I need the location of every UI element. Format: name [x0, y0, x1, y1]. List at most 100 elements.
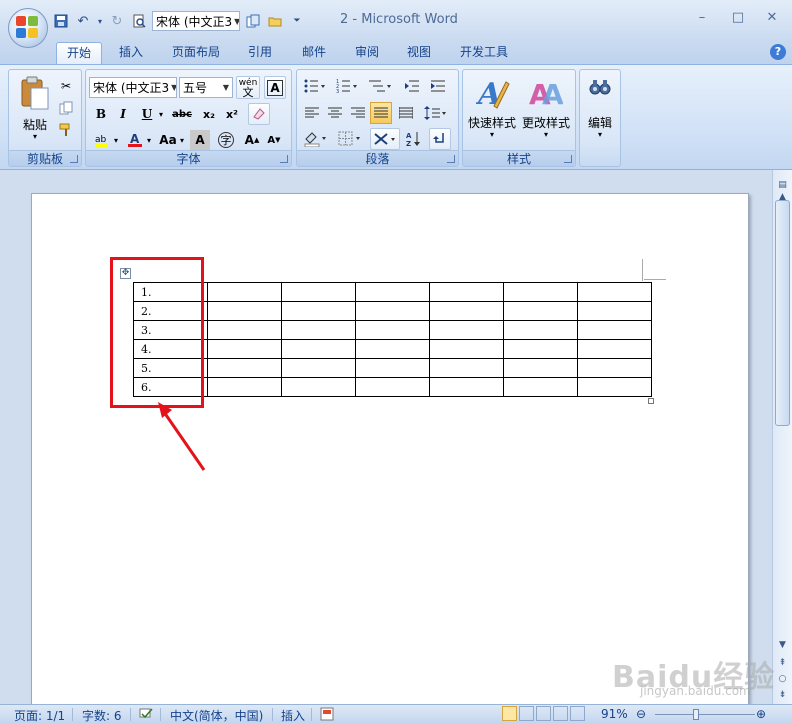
clear-format-icon[interactable] [248, 103, 270, 125]
open-folder-icon[interactable] [266, 12, 284, 30]
help-icon[interactable]: ? [770, 44, 786, 60]
tab-insert[interactable]: 插入 [109, 42, 153, 64]
font-launcher-icon[interactable] [280, 155, 288, 163]
font-color-dropdown-icon[interactable]: ▾ [145, 130, 153, 150]
table-cell[interactable] [281, 377, 356, 397]
shrink-font-button[interactable]: A ▼ [264, 130, 284, 150]
table-cell[interactable] [281, 358, 356, 378]
maximize-icon[interactable]: □ [726, 10, 750, 28]
bold-button[interactable]: B [91, 104, 111, 124]
macro-record-icon[interactable] [320, 707, 334, 723]
table-cell[interactable] [281, 282, 356, 302]
zoom-slider-thumb[interactable] [693, 709, 699, 720]
redo-icon[interactable]: ↻ [108, 12, 126, 30]
table-cell[interactable] [503, 358, 578, 378]
table-cell[interactable] [503, 301, 578, 321]
phonetic-guide-button[interactable]: wén 文 [236, 76, 260, 99]
align-center-icon[interactable] [324, 103, 346, 123]
table-cell[interactable] [281, 339, 356, 359]
table-cell[interactable] [207, 339, 282, 359]
table-cell[interactable] [207, 301, 282, 321]
cut-icon[interactable]: ✂ [57, 76, 75, 96]
paragraph-launcher-icon[interactable] [447, 155, 455, 163]
word-count[interactable]: 字数: 6 [82, 707, 122, 723]
table-cell[interactable] [207, 320, 282, 340]
table-cell[interactable] [355, 320, 430, 340]
table-cell[interactable] [207, 358, 282, 378]
table-cell[interactable] [207, 282, 282, 302]
table-cell[interactable] [355, 377, 430, 397]
char-shading-button[interactable]: A [190, 130, 210, 150]
sort-icon[interactable]: AZ [403, 129, 425, 149]
font-color-icon[interactable]: A [124, 130, 146, 150]
table-cell[interactable] [429, 282, 504, 302]
minimize-icon[interactable]: – [690, 10, 714, 28]
table-cell[interactable] [577, 339, 652, 359]
paste-button[interactable]: 粘贴 ▾ [15, 74, 55, 146]
table-cell[interactable] [577, 282, 652, 302]
undo-dropdown-icon[interactable]: ▾ [96, 12, 104, 30]
document-page[interactable]: ✥ 1. 2. 3. 4. 5. 6. [31, 193, 749, 713]
table-cell[interactable] [429, 377, 504, 397]
decrease-indent-icon[interactable] [401, 76, 423, 96]
increase-indent-icon[interactable] [427, 76, 449, 96]
editing-button[interactable]: 编辑 ▾ [582, 72, 618, 146]
table-cell[interactable] [429, 301, 504, 321]
document-table[interactable]: 1. 2. 3. 4. 5. 6. [133, 282, 652, 397]
clipboard-launcher-icon[interactable] [70, 155, 78, 163]
customize-qat-icon[interactable]: ⏷ [288, 12, 306, 30]
table-cell[interactable] [503, 282, 578, 302]
italic-button[interactable]: I [113, 104, 133, 124]
office-button[interactable] [8, 8, 48, 48]
undo-icon[interactable]: ↶ [74, 12, 92, 30]
table-cell[interactable] [355, 282, 430, 302]
align-left-icon[interactable] [301, 103, 323, 123]
tab-page-layout[interactable]: 页面布局 [162, 42, 230, 64]
table-cell[interactable] [355, 358, 430, 378]
scroll-down-icon[interactable]: ▼ [775, 638, 790, 653]
tab-home[interactable]: 开始 [56, 42, 103, 64]
quick-styles-button[interactable]: A 快速样式 ▾ [466, 72, 518, 146]
change-case-dropdown-icon[interactable]: ▾ [178, 130, 186, 150]
copy-icon[interactable] [244, 12, 262, 30]
language-status[interactable]: 中文(简体，中国) [170, 707, 263, 723]
underline-button[interactable]: U [137, 104, 157, 124]
table-resize-handle[interactable] [648, 398, 654, 404]
zoom-in-icon[interactable]: ⊕ [756, 707, 766, 721]
tab-developer[interactable]: 开发工具 [450, 42, 518, 64]
enclose-char-button[interactable]: 字 [216, 130, 236, 150]
chinese-layout-icon[interactable] [370, 128, 400, 150]
zoom-level[interactable]: 91% [601, 707, 628, 721]
tab-review[interactable]: 审阅 [345, 42, 389, 64]
table-cell[interactable] [503, 339, 578, 359]
print-layout-icon[interactable] [502, 706, 517, 721]
page-count[interactable]: 页面: 1/1 [14, 707, 65, 723]
table-cell[interactable] [577, 377, 652, 397]
grow-font-button[interactable]: A ▲ [242, 130, 262, 150]
shading-icon[interactable] [301, 129, 331, 149]
format-painter-icon[interactable] [57, 120, 75, 140]
subscript-button[interactable]: x₂ [198, 104, 220, 124]
change-styles-button[interactable]: A A 更改样式 ▾ [519, 72, 573, 146]
borders-icon[interactable] [335, 129, 365, 149]
bullets-icon[interactable] [301, 76, 329, 96]
font-size-combo[interactable]: 五号 ▼ [179, 77, 233, 98]
tab-references[interactable]: 引用 [238, 42, 282, 64]
underline-dropdown-icon[interactable]: ▾ [156, 104, 166, 124]
superscript-button[interactable]: x² [221, 104, 243, 124]
close-icon[interactable]: ✕ [760, 10, 784, 28]
table-cell[interactable] [429, 320, 504, 340]
multilevel-list-icon[interactable] [366, 76, 396, 96]
tab-view[interactable]: 视图 [397, 42, 441, 64]
scroll-thumb[interactable] [775, 200, 790, 426]
highlight-icon[interactable]: ab [91, 130, 113, 150]
full-screen-reading-icon[interactable] [519, 706, 534, 721]
font-name-combo[interactable]: 宋体 (中文正3 ▼ [89, 77, 177, 98]
select-browse-object-icon[interactable]: ○ [775, 672, 790, 687]
insert-mode[interactable]: 插入 [281, 707, 305, 723]
copy-icon[interactable] [57, 98, 75, 118]
spellcheck-icon[interactable] [138, 707, 154, 723]
save-icon[interactable] [52, 12, 70, 30]
zoom-out-icon[interactable]: ⊖ [636, 707, 646, 721]
justify-icon[interactable] [370, 102, 392, 124]
